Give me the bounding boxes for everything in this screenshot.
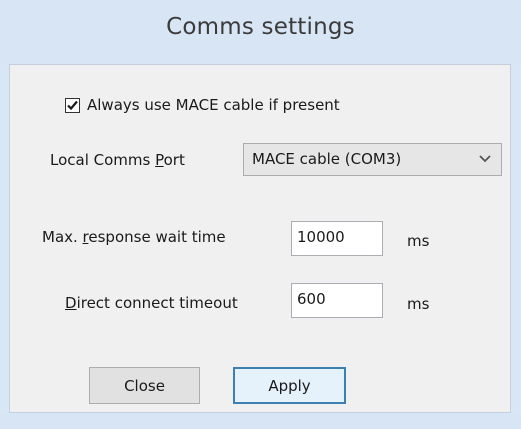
apply-button[interactable]: Apply bbox=[233, 367, 346, 404]
close-button[interactable]: Close bbox=[89, 367, 200, 404]
checkbox-box[interactable] bbox=[65, 97, 80, 113]
checkmark-icon bbox=[67, 100, 78, 110]
direct-connect-timeout-input[interactable]: 600 bbox=[291, 283, 383, 318]
selected-port-value: MACE cable (COM3) bbox=[252, 150, 402, 168]
comms-settings-window: Comms settings Always use MACE cable if … bbox=[0, 0, 521, 429]
window-bottom-border bbox=[0, 413, 521, 429]
always-use-mace-checkbox[interactable]: Always use MACE cable if present bbox=[65, 93, 340, 117]
max-response-wait-input[interactable]: 10000 bbox=[291, 221, 383, 256]
title-bar[interactable]: Comms settings bbox=[0, 0, 521, 64]
chevron-down-icon bbox=[479, 155, 491, 163]
checkbox-label: Always use MACE cable if present bbox=[87, 96, 340, 114]
window-title: Comms settings bbox=[166, 14, 355, 40]
response-wait-unit: ms bbox=[407, 232, 430, 250]
max-response-wait-label: Max. response wait time bbox=[42, 228, 226, 246]
local-comms-port-select[interactable]: MACE cable (COM3) bbox=[243, 143, 502, 176]
direct-timeout-unit: ms bbox=[407, 295, 430, 313]
local-comms-port-label: Local Comms Port bbox=[50, 151, 185, 169]
direct-connect-timeout-label: Direct connect timeout bbox=[65, 294, 238, 312]
dialog-client-area: Always use MACE cable if present Local C… bbox=[9, 64, 511, 413]
